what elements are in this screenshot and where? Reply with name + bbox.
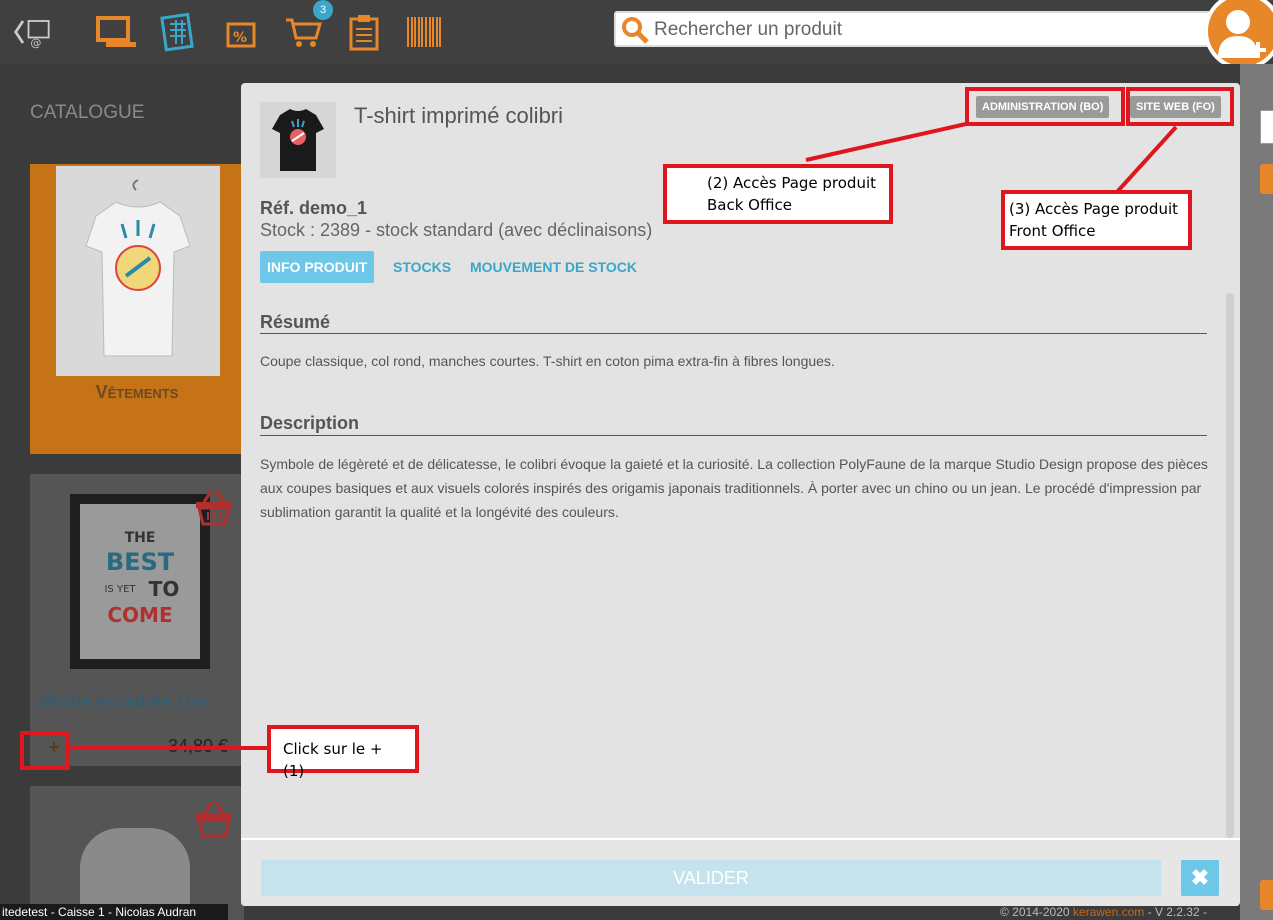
annotation-note-1: Click sur le + (1) [267, 725, 419, 780]
note2-line2: Back Office [707, 196, 792, 214]
highlight-admin-button [965, 87, 1125, 126]
note2-line1: (2) Accès Page produit [707, 174, 877, 192]
annotation-note-2: (2) Accès Page produit Back Office [663, 164, 893, 224]
annotation-arrows [68, 122, 1178, 750]
highlight-site-button [1126, 87, 1234, 126]
highlight-plus-button [20, 731, 70, 770]
note3-line1: (3) Accès Page produit [1009, 200, 1179, 218]
note3-line2: Front Office [1009, 222, 1096, 240]
annotation-note-3: (3) Accès Page produit Front Office [1001, 190, 1192, 250]
